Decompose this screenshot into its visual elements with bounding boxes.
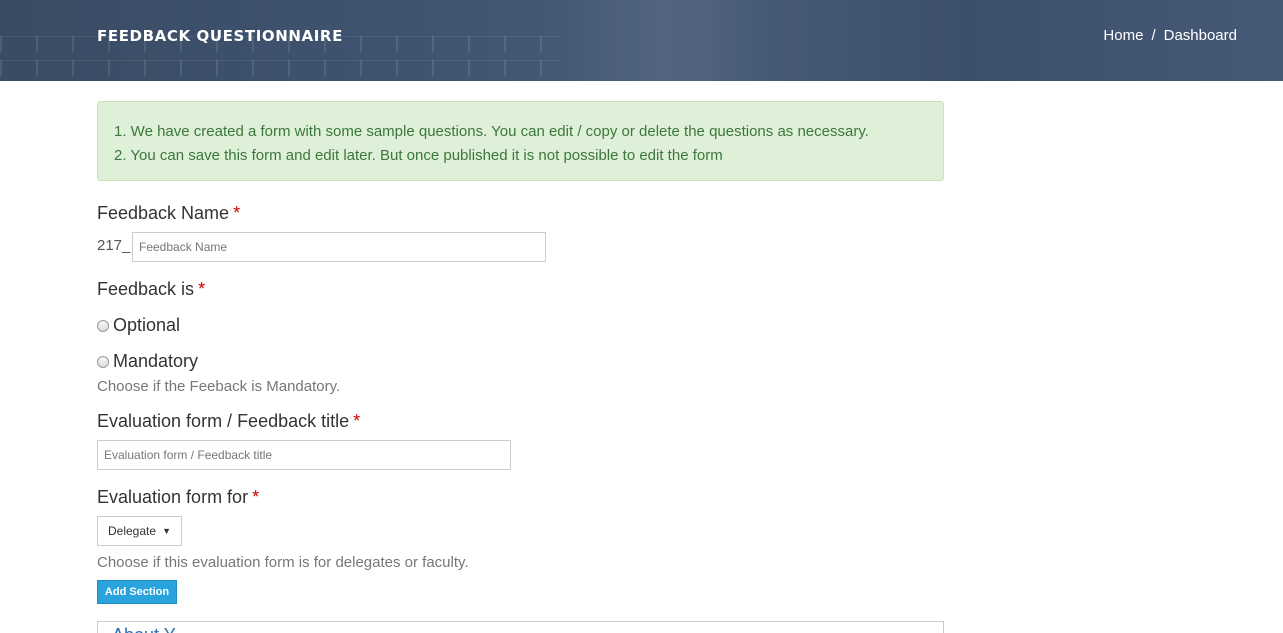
form-for-label: Evaluation form for *	[97, 487, 259, 508]
feedback-title-input[interactable]	[97, 440, 511, 470]
alert-line: 2. You can save this form and edit later…	[114, 147, 723, 164]
form-for-selected-value: Delegate	[108, 524, 157, 538]
feedback-title-label: Evaluation form / Feedback title *	[97, 411, 360, 432]
feedback-is-label: Feedback is *	[97, 279, 205, 300]
required-mark: *	[252, 487, 260, 507]
section-title: About Y...	[112, 625, 188, 633]
form-for-select[interactable]: Delegate ▼	[97, 516, 182, 546]
form-for-label-text: Evaluation form for	[97, 487, 249, 507]
header-background-glow	[560, 0, 760, 81]
required-mark: *	[353, 411, 361, 431]
info-alert: 1. We have created a form with some samp…	[97, 101, 944, 181]
feedback-name-input[interactable]	[132, 232, 546, 262]
radio-button[interactable]	[97, 355, 109, 368]
required-mark: *	[233, 203, 241, 223]
radio-mandatory[interactable]: Mandatory	[97, 351, 198, 372]
breadcrumb: Home / Dashboard	[1103, 27, 1237, 44]
required-mark: *	[198, 279, 206, 299]
feedback-is-help: Choose if the Feeback is Mandatory.	[97, 378, 341, 395]
page-header: FEEDBACK QUESTIONNAIRE Home / Dashboard	[0, 0, 1283, 81]
breadcrumb-separator: /	[1151, 27, 1156, 44]
page-title: FEEDBACK QUESTIONNAIRE	[97, 27, 343, 45]
breadcrumb-home-link[interactable]: Home	[1103, 27, 1143, 44]
dropdown-arrow-icon: ▼	[162, 526, 171, 536]
feedback-name-prefix: 217_	[97, 237, 131, 254]
alert-line: 1. We have created a form with some samp…	[114, 123, 869, 140]
feedback-is-label-text: Feedback is	[97, 279, 195, 299]
add-section-button[interactable]: Add Section	[97, 580, 177, 604]
feedback-name-label-text: Feedback Name	[97, 203, 230, 223]
radio-optional-label: Optional	[113, 315, 181, 335]
radio-button[interactable]	[97, 319, 109, 332]
radio-mandatory-label: Mandatory	[113, 351, 199, 371]
header-background-keyboard-row	[0, 60, 560, 76]
feedback-title-label-text: Evaluation form / Feedback title	[97, 411, 350, 431]
breadcrumb-dashboard-link[interactable]: Dashboard	[1164, 27, 1237, 44]
form-for-help: Choose if this evaluation form is for de…	[97, 554, 469, 571]
radio-optional[interactable]: Optional	[97, 315, 180, 336]
section-panel: About Y...	[97, 621, 944, 633]
feedback-name-label: Feedback Name *	[97, 203, 240, 224]
